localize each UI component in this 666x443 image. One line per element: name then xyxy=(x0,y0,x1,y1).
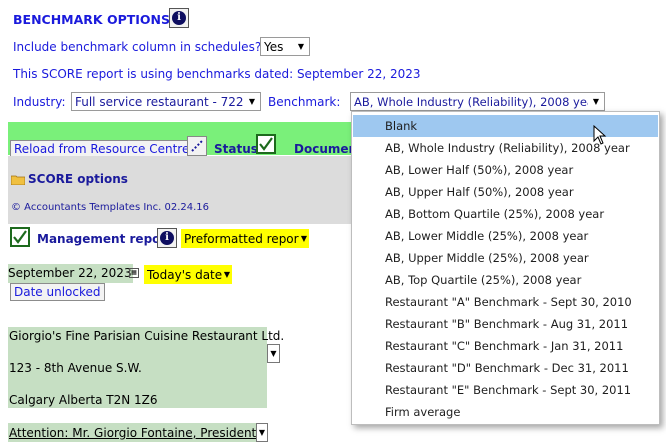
chevron-down-icon: ▼ xyxy=(248,97,256,106)
report-format-value: Preformatted report xyxy=(184,231,299,246)
attention-select[interactable]: Attention: Mr. Giorgio Fontaine, Preside… xyxy=(8,423,268,442)
chevron-down-icon: ▼ xyxy=(256,423,268,442)
dropdown-option[interactable]: AB, Lower Middle (25%), 2008 year xyxy=(353,225,658,247)
chevron-down-icon: ▼ xyxy=(223,270,231,279)
include-benchmark-select[interactable]: Yes ▼ xyxy=(260,37,310,56)
date-mode-value: Today's date xyxy=(147,267,222,282)
chevron-down-icon: ▼ xyxy=(592,97,600,106)
benchmark-value: AB, Whole Industry (Reliability), 2008 y… xyxy=(354,94,588,109)
dropdown-option[interactable]: AB, Bottom Quartile (25%), 2008 year xyxy=(353,203,658,225)
date-mode-select[interactable]: Today's date ▼ xyxy=(144,265,232,284)
benchmark-label: Benchmark: xyxy=(268,95,341,109)
dropdown-option[interactable]: Restaurant "B" Benchmark - Aug 31, 2011 xyxy=(353,313,658,335)
chevron-down-icon: ▼ xyxy=(297,42,305,51)
address-line-3: Calgary Alberta T2N 1Z6 xyxy=(9,393,158,407)
include-benchmark-value: Yes xyxy=(264,39,284,54)
score-panel xyxy=(8,156,358,224)
industry-select[interactable]: Full service restaurant - 7221 ▼ xyxy=(71,92,261,111)
dropdown-option[interactable]: AB, Upper Middle (25%), 2008 year xyxy=(353,247,658,269)
link-icon[interactable] xyxy=(187,136,207,156)
chevron-down-icon: ▼ xyxy=(270,349,277,358)
status-check-icon[interactable] xyxy=(256,134,276,154)
address-line-2: 123 - 8th Avenue S.W. xyxy=(9,361,142,375)
report-format-select[interactable]: Preformatted report ▼ xyxy=(181,229,309,248)
report-date: September 22, 2023 xyxy=(8,264,133,283)
dropdown-option[interactable]: Restaurant "C" Benchmark - Jan 31, 2011 xyxy=(353,335,658,357)
dropdown-option[interactable]: Blank xyxy=(353,115,658,137)
chevron-down-icon: ▼ xyxy=(300,234,308,243)
benchmark-date-text: This SCORE report is using benchmarks da… xyxy=(13,67,421,81)
dropdown-option[interactable]: Restaurant "E" Benchmark - Sept 30, 2011 xyxy=(353,379,658,401)
dropdown-option[interactable]: Firm average xyxy=(353,401,658,423)
info-icon[interactable]: i xyxy=(169,8,189,28)
page-title: BENCHMARK OPTIONS xyxy=(13,12,170,27)
dropdown-option[interactable]: Restaurant "D" Benchmark - Dec 31, 2011 xyxy=(353,357,658,379)
include-benchmark-label: Include benchmark column in schedules? xyxy=(13,40,262,54)
address-select-arrow[interactable]: ▼ xyxy=(267,344,280,363)
benchmark-select[interactable]: AB, Whole Industry (Reliability), 2008 y… xyxy=(350,92,605,111)
score-options-link[interactable]: SCORE options xyxy=(28,172,128,186)
dropdown-option[interactable]: AB, Whole Industry (Reliability), 2008 y… xyxy=(353,137,658,159)
dropdown-option[interactable]: AB, Upper Half (50%), 2008 year xyxy=(353,181,658,203)
industry-label: Industry: xyxy=(13,95,66,109)
calendar-icon[interactable]: ▦ xyxy=(129,268,139,278)
dropdown-option[interactable]: Restaurant "A" Benchmark - Sept 30, 2010 xyxy=(353,291,658,313)
dropdown-option[interactable]: AB, Lower Half (50%), 2008 year xyxy=(353,159,658,181)
dropdown-option[interactable]: AB, Top Quartile (25%), 2008 year xyxy=(353,269,658,291)
address-line-1: Giorgio's Fine Parisian Cuisine Restaura… xyxy=(9,329,285,343)
management-report-checkbox[interactable] xyxy=(10,227,30,247)
copyright-text: © Accountants Templates Inc. 02.24.16 xyxy=(11,202,210,213)
date-unlocked-button[interactable]: Date unlocked xyxy=(10,283,105,301)
benchmark-dropdown-list: Blank AB, Whole Industry (Reliability), … xyxy=(351,111,660,425)
folder-icon[interactable] xyxy=(10,174,26,188)
attention-value: Attention: Mr. Giorgio Fontaine, Preside… xyxy=(9,425,256,440)
address-block[interactable]: Giorgio's Fine Parisian Cuisine Restaura… xyxy=(8,327,284,408)
info-icon[interactable]: i xyxy=(157,228,177,248)
management-report-label: Management report xyxy=(37,232,173,246)
mouse-cursor-icon xyxy=(593,124,607,148)
industry-value: Full service restaurant - 7221 xyxy=(75,94,244,109)
